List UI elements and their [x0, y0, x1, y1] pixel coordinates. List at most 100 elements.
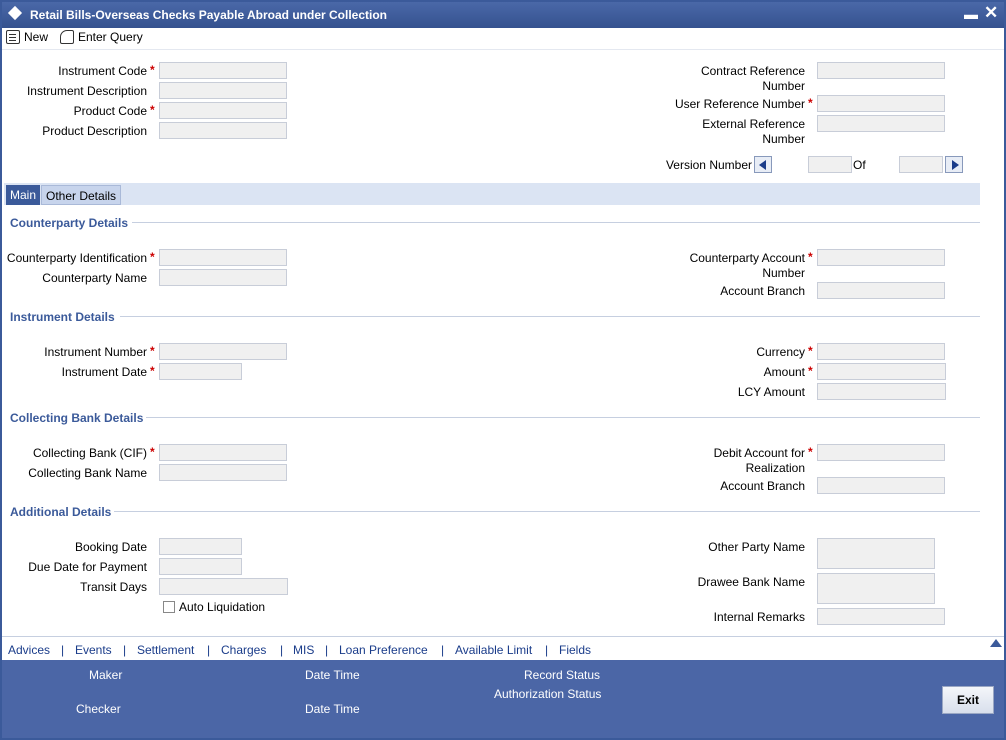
user-reference-input[interactable]	[817, 95, 945, 112]
counterparty-account-label: Counterparty Account	[689, 251, 805, 265]
maker-label: Maker	[89, 668, 123, 682]
counterparty-account-input[interactable]	[817, 249, 945, 266]
link-charges[interactable]: Charges	[221, 643, 266, 657]
checker-label: Checker	[76, 702, 121, 716]
enter-query-button[interactable]: Enter Query	[60, 30, 143, 44]
required-mark: *	[150, 344, 155, 358]
collecting-account-branch-label: Account Branch	[720, 479, 805, 493]
app-window: Retail Bills-Overseas Checks Payable Abr…	[0, 0, 1006, 740]
tab-bar: Main Other Details	[4, 183, 980, 205]
required-mark: *	[808, 445, 813, 459]
required-mark: *	[150, 250, 155, 264]
previous-version-icon[interactable]	[754, 156, 772, 173]
collecting-bank-cif-label: Collecting Bank (CIF)	[32, 446, 147, 460]
booking-date-label: Booking Date	[74, 540, 147, 554]
product-code-input[interactable]	[159, 102, 287, 119]
window-title: Retail Bills-Overseas Checks Payable Abr…	[30, 8, 388, 22]
title-bar[interactable]: Retail Bills-Overseas Checks Payable Abr…	[2, 2, 1004, 28]
section-divider	[132, 222, 980, 223]
counterparty-identification-label: Counterparty Identification	[6, 251, 147, 265]
counterparty-account-label-line2: Number	[762, 266, 805, 280]
lcy-amount-input[interactable]	[817, 383, 946, 400]
counterparty-details-title: Counterparty Details	[10, 216, 129, 230]
collecting-bank-cif-input[interactable]	[159, 444, 287, 461]
section-divider	[114, 511, 980, 512]
new-button[interactable]: New	[6, 30, 48, 44]
version-of-label: Of	[853, 158, 866, 172]
drawee-bank-name-input[interactable]	[817, 573, 935, 604]
product-description-input[interactable]	[159, 122, 287, 139]
transit-days-input[interactable]	[159, 578, 288, 595]
debit-account-label-line2: Realization	[745, 461, 805, 475]
debit-account-input[interactable]	[817, 444, 945, 461]
required-mark: *	[150, 445, 155, 459]
instrument-code-label: Instrument Code	[58, 64, 147, 78]
link-settlement[interactable]: Settlement	[137, 643, 194, 657]
tab-main[interactable]: Main	[6, 185, 41, 205]
required-mark: *	[150, 103, 155, 117]
instrument-number-label: Instrument Number	[44, 345, 147, 359]
link-advices[interactable]: Advices	[8, 643, 50, 657]
checker-date-time-label: Date Time	[305, 702, 360, 716]
link-available-limit[interactable]: Available Limit	[455, 643, 532, 657]
link-separator: |	[545, 643, 549, 657]
booking-date-input[interactable]	[159, 538, 242, 555]
collecting-account-branch-input[interactable]	[817, 477, 945, 494]
scroll-up-icon[interactable]	[990, 639, 1002, 649]
tab-other-details[interactable]: Other Details	[41, 185, 122, 205]
other-party-name-input[interactable]	[817, 538, 935, 569]
collecting-bank-name-label: Collecting Bank Name	[28, 466, 147, 480]
instrument-date-label: Instrument Date	[61, 365, 147, 379]
required-mark: *	[808, 96, 813, 110]
new-document-icon	[6, 30, 20, 44]
link-events[interactable]: Events	[75, 643, 112, 657]
currency-input[interactable]	[817, 343, 945, 360]
required-mark: *	[150, 63, 155, 77]
link-fields[interactable]: Fields	[559, 643, 591, 657]
maker-date-time-label: Date Time	[305, 668, 360, 682]
audit-footer: Maker Date Time Record Status Authorizat…	[2, 660, 1004, 738]
lcy-amount-label: LCY Amount	[737, 385, 805, 399]
exit-button[interactable]: Exit	[942, 686, 994, 714]
amount-input[interactable]	[817, 363, 946, 380]
counterparty-account-branch-input[interactable]	[817, 282, 945, 299]
section-divider	[146, 417, 980, 418]
other-party-name-label: Other Party Name	[708, 540, 805, 554]
enter-query-icon	[60, 30, 74, 44]
link-separator: |	[325, 643, 329, 657]
counterparty-identification-input[interactable]	[159, 249, 287, 266]
internal-remarks-input[interactable]	[817, 608, 945, 625]
external-reference-label: External Reference	[702, 117, 805, 131]
instrument-number-input[interactable]	[159, 343, 287, 360]
required-mark: *	[150, 364, 155, 378]
required-mark: *	[808, 364, 813, 378]
auto-liquidation-checkbox[interactable]	[163, 601, 175, 613]
collecting-bank-name-input[interactable]	[159, 464, 287, 481]
currency-label: Currency	[756, 345, 805, 359]
close-icon[interactable]: ✕	[984, 3, 998, 23]
amount-label: Amount	[763, 365, 805, 379]
section-divider	[120, 316, 980, 317]
due-date-label: Due Date for Payment	[28, 560, 147, 574]
required-mark: *	[808, 344, 813, 358]
link-loan-preference[interactable]: Loan Preference	[339, 643, 428, 657]
external-reference-input[interactable]	[817, 115, 945, 132]
instrument-code-input[interactable]	[159, 62, 287, 79]
contract-reference-label: Contract Reference	[700, 64, 805, 78]
toolbar: New Enter Query	[2, 28, 1004, 50]
required-mark: *	[808, 250, 813, 264]
link-separator: |	[61, 643, 65, 657]
authorization-status-label: Authorization Status	[494, 687, 602, 701]
counterparty-name-input[interactable]	[159, 269, 287, 286]
next-version-icon[interactable]	[945, 156, 963, 173]
link-mis[interactable]: MIS	[293, 643, 314, 657]
version-total-input[interactable]	[899, 156, 943, 173]
instrument-description-input[interactable]	[159, 82, 287, 99]
due-date-input[interactable]	[159, 558, 242, 575]
contract-reference-input[interactable]	[817, 62, 945, 79]
version-number-input[interactable]	[808, 156, 852, 173]
instrument-date-input[interactable]	[159, 363, 242, 380]
minimize-icon[interactable]: ▬	[964, 6, 978, 22]
product-description-label: Product Description	[42, 124, 147, 138]
contract-reference-label-line2: Number	[762, 79, 805, 93]
